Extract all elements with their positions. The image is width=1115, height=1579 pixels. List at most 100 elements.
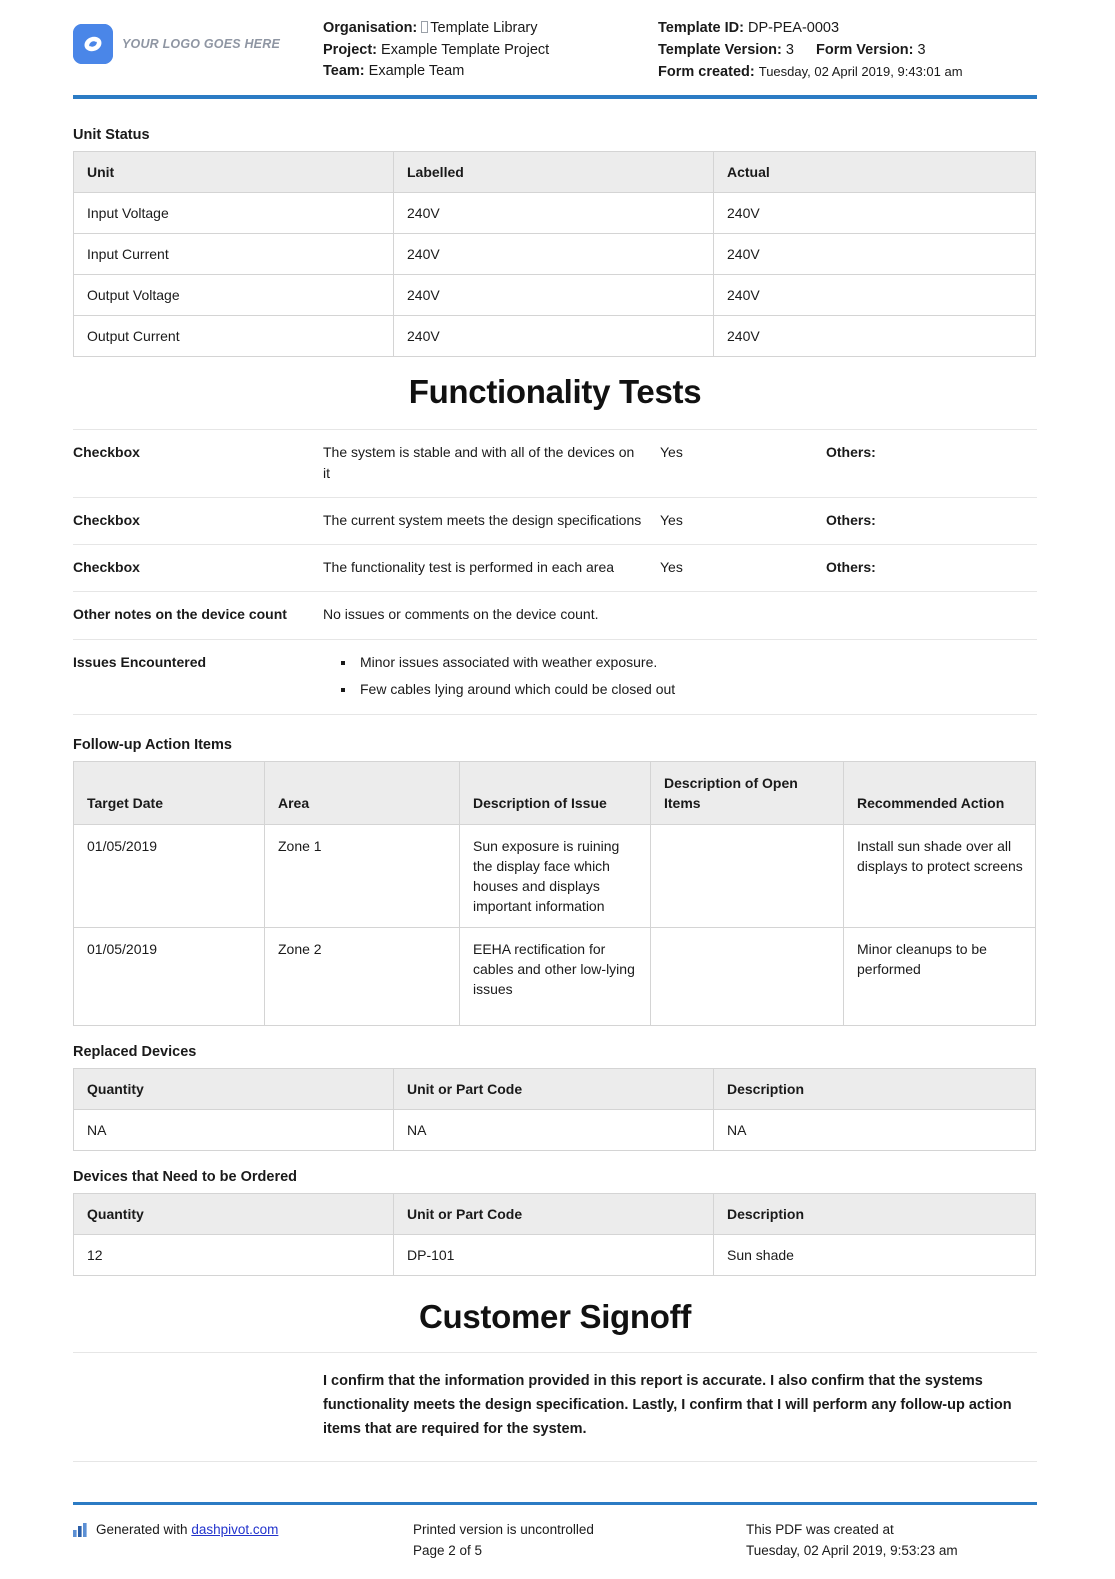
followup-table: Target Date Area Description of Issue De… [73, 760, 1036, 1026]
header-right-column: Template ID: DP-PEA-0003 Template Versio… [658, 18, 1037, 84]
followup-action-items-section: Follow-up Action Items Target Date Area … [73, 737, 1037, 1026]
cell-labelled: 240V [393, 232, 714, 275]
cell-unit: Input Current [73, 232, 394, 275]
cell-area: Zone 1 [264, 823, 460, 928]
team-label: Team: [323, 63, 365, 79]
column-header-recommended-action: Recommended Action [843, 760, 1036, 825]
other-notes-value: No issues or comments on the device coun… [323, 605, 599, 622]
form-created-value: Tuesday, 02 April 2019, 9:43:01 am [758, 64, 963, 79]
header-project-line: Project: Example Template Project [323, 40, 658, 62]
company-logo-icon [73, 24, 113, 64]
cell-actual: 240V [713, 314, 1036, 357]
form-created-label: Form created: [658, 64, 755, 80]
footer-generated-prefix: Generated with [96, 1522, 188, 1537]
cell-labelled: 240V [393, 314, 714, 357]
list-item: Few cables lying around which could be c… [356, 679, 1037, 700]
test-answer: Yes [660, 443, 683, 460]
logo-placeholder-text: YOUR LOGO GOES HERE [122, 37, 280, 51]
table-header-row: Unit Labelled Actual [73, 150, 1036, 193]
cell-description-of-issue: EEHA rectification for cables and other … [459, 926, 651, 1026]
table-header-row: Quantity Unit or Part Code Description [73, 1192, 1036, 1235]
column-header-labelled: Labelled [393, 150, 714, 193]
column-header-description-of-open-items: Description of Open Items [650, 760, 844, 825]
cell-actual: 240V [713, 273, 1036, 316]
replaced-devices-title: Replaced Devices [73, 1043, 197, 1060]
test-description: The system is stable and with all of the… [323, 443, 635, 481]
organisation-value: Template Library [430, 20, 538, 36]
column-header-actual: Actual [713, 150, 1036, 193]
functionality-tests-list: Checkbox The system is stable and with a… [73, 428, 1037, 715]
team-value: Example Team [368, 63, 465, 79]
header-organisation-line: Organisation: Template Library [323, 18, 658, 40]
printed-version-notice: Printed version is uncontrolled [413, 1522, 594, 1537]
logo-block: YOUR LOGO GOES HERE [73, 18, 323, 64]
form-version-value: 3 [917, 41, 926, 58]
cell-description-of-issue: Sun exposure is ruining the display face… [459, 823, 651, 928]
header-left-column: Organisation: Template Library Project: … [323, 18, 658, 83]
organisation-label: Organisation: [323, 20, 418, 36]
checkbox-label: Checkbox [73, 443, 140, 460]
column-header-quantity: Quantity [73, 1192, 394, 1235]
footer-columns: Generated with dashpivot.com Printed ver… [73, 1519, 1037, 1561]
list-item: Minor issues associated with weather exp… [356, 652, 1037, 673]
project-value: Example Template Project [381, 41, 550, 58]
other-notes-row: Other notes on the device count No issue… [73, 590, 1037, 639]
footer-print-block: Printed version is uncontrolled Page 2 o… [413, 1519, 746, 1561]
cell-quantity: NA [73, 1108, 394, 1151]
pdf-created-label: This PDF was created at [746, 1522, 894, 1537]
table-header-row: Target Date Area Description of Issue De… [73, 760, 1036, 825]
table-row: Output Voltage 240V 240V [73, 273, 1036, 316]
test-answer: Yes [660, 558, 683, 575]
header-versions-line: Template Version: 3 Form Version: 3 [658, 40, 1037, 62]
bar-chart-icon [73, 1522, 89, 1543]
functionality-test-row: Checkbox The functionality test is perfo… [73, 543, 1037, 591]
table-row: Input Voltage 240V 240V [73, 191, 1036, 234]
cell-unit: Output Current [73, 314, 394, 357]
dashpivot-link[interactable]: dashpivot.com [191, 1522, 278, 1537]
other-notes-label: Other notes on the device count [73, 605, 287, 622]
table-row: 12 DP-101 Sun shade [73, 1233, 1036, 1276]
cell-part-code: NA [393, 1108, 714, 1151]
table-row: Input Current 240V 240V [73, 232, 1036, 275]
cell-quantity: 12 [73, 1233, 394, 1276]
issues-encountered-row: Issues Encountered Minor issues associat… [73, 638, 1037, 715]
form-version-label: Form Version: [816, 41, 914, 58]
devices-to-order-table: Quantity Unit or Part Code Description 1… [73, 1192, 1036, 1276]
pdf-created-value: Tuesday, 02 April 2019, 9:53:23 am [746, 1543, 958, 1558]
devices-to-order-title: Devices that Need to be Ordered [73, 1168, 298, 1185]
followup-title: Follow-up Action Items [73, 736, 232, 753]
header-team-line: Team: Example Team [323, 61, 658, 83]
cell-actual: 240V [713, 232, 1036, 275]
signoff-spacer [73, 1369, 323, 1441]
column-header-part-code: Unit or Part Code [393, 1067, 714, 1110]
column-header-description-of-issue: Description of Issue [459, 760, 651, 825]
column-header-description: Description [713, 1067, 1036, 1110]
template-id-label: Template ID: [658, 20, 744, 36]
customer-signoff-section: Customer Signoff I confirm that the info… [73, 1282, 1037, 1462]
template-version-value: 3 [785, 41, 794, 58]
checkbox-label: Checkbox [73, 558, 140, 575]
template-id-value: DP-PEA-0003 [747, 20, 840, 36]
issues-encountered-list: Minor issues associated with weather exp… [323, 652, 1037, 700]
column-header-description: Description [713, 1192, 1036, 1235]
table-row: NA NA NA [73, 1108, 1036, 1151]
document-header: YOUR LOGO GOES HERE Organisation: Templa… [0, 0, 1115, 84]
footer-generated-block: Generated with dashpivot.com [73, 1519, 413, 1561]
others-label: Others: [826, 558, 876, 575]
header-divider [73, 94, 1037, 99]
table-row: 01/05/2019 Zone 1 Sun exposure is ruinin… [73, 823, 1036, 928]
test-description: The functionality test is performed in e… [323, 558, 615, 575]
cell-labelled: 240V [393, 191, 714, 234]
functionality-test-row: Checkbox The current system meets the de… [73, 496, 1037, 544]
others-label: Others: [826, 511, 876, 528]
replaced-devices-section: Replaced Devices Quantity Unit or Part C… [73, 1044, 1037, 1151]
cell-target-date: 01/05/2019 [73, 926, 265, 1026]
cell-description: Sun shade [713, 1233, 1036, 1276]
cell-description-of-open-items [650, 926, 844, 1026]
footer-pdf-block: This PDF was created at Tuesday, 02 Apri… [746, 1519, 1037, 1561]
table-row: 01/05/2019 Zone 2 EEHA rectification for… [73, 926, 1036, 1026]
test-answer: Yes [660, 511, 683, 528]
functionality-tests-section: Functionality Tests Checkbox The system … [73, 357, 1037, 715]
cell-area: Zone 2 [264, 926, 460, 1026]
document-page: YOUR LOGO GOES HERE Organisation: Templa… [0, 0, 1115, 1579]
